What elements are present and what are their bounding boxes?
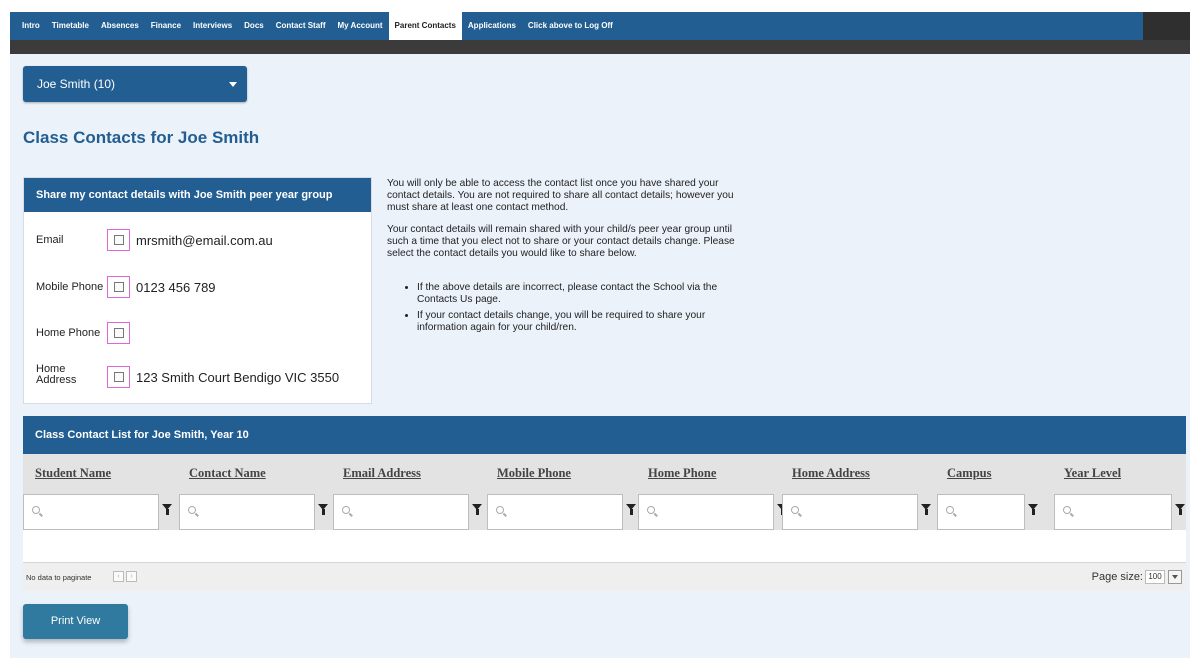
no-data-text: No data to paginate (26, 573, 92, 582)
filter-funnel-icon[interactable] (626, 504, 636, 516)
column-header-campus[interactable]: Campus (947, 466, 991, 481)
share-row-home-phone: Home Phone (24, 322, 371, 352)
share-row-mobile: Mobile Phone 0123 456 789 (24, 276, 371, 306)
grid-body-empty (23, 530, 1186, 562)
nav-item-intro[interactable]: Intro (16, 12, 46, 40)
checkbox-icon (114, 235, 124, 245)
share-email-checkbox[interactable] (107, 229, 130, 251)
search-icon (791, 506, 799, 514)
search-icon (496, 506, 504, 514)
column-header-mobile-phone[interactable]: Mobile Phone (497, 466, 571, 481)
column-header-year-level[interactable]: Year Level (1064, 466, 1121, 481)
nav-sub-bar (10, 40, 1190, 54)
student-select-dropdown[interactable]: Joe Smith (10) (23, 66, 247, 102)
column-header-email-address[interactable]: Email Address (343, 466, 421, 481)
grid-pager: No data to paginate ‹ › Page size: 100 (23, 562, 1186, 591)
chevron-left-icon[interactable]: ‹ (113, 571, 124, 582)
filter-input-student-name[interactable] (23, 494, 159, 530)
search-icon (188, 506, 196, 514)
column-header-contact-name[interactable]: Contact Name (189, 466, 266, 481)
grid-column-headers: Student Name Contact Name Email Address Mob… (23, 454, 1186, 530)
filter-funnel-icon[interactable] (162, 504, 172, 516)
search-icon (342, 506, 350, 514)
filter-input-email-address[interactable] (333, 494, 469, 530)
column-header-home-address[interactable]: Home Address (792, 466, 870, 481)
nav-item-applications[interactable]: Applications (462, 12, 522, 40)
chevron-right-icon[interactable]: › (126, 571, 137, 582)
print-view-button[interactable]: Print View (23, 604, 128, 639)
nav-item-contact-staff[interactable]: Contact Staff (270, 12, 332, 40)
nav-menu: Intro Timetable Absences Finance Interviews D… (10, 12, 1143, 40)
page-title: Class Contacts for Joe Smith (23, 128, 260, 147)
share-value-mobile: 0123 456 789 (136, 280, 216, 295)
filter-funnel-icon[interactable] (318, 504, 328, 516)
checkbox-icon (114, 372, 124, 382)
info-bullet-list: If the above details are incorrect, plea… (387, 282, 739, 334)
search-icon (946, 506, 954, 514)
nav-item-parent-contacts[interactable]: Parent Contacts (388, 12, 462, 40)
share-row-home-address: Home Address 123 Smith Court Bendigo VIC… (24, 363, 371, 396)
filter-input-contact-name[interactable] (179, 494, 315, 530)
page-size-dropdown-icon[interactable] (1168, 570, 1182, 584)
checkbox-icon (114, 282, 124, 292)
share-panel-title: Share my contact details with Joe Smith … (24, 178, 371, 212)
search-icon (32, 506, 40, 514)
nav-item-my-account[interactable]: My Account (332, 12, 389, 40)
filter-input-home-address[interactable] (782, 494, 918, 530)
share-label-home-phone: Home Phone (36, 327, 101, 339)
share-label-email: Email (36, 234, 64, 246)
class-contact-list-grid: Class Contact List for Joe Smith, Year 1… (23, 416, 1186, 591)
filter-funnel-icon[interactable] (472, 504, 482, 516)
checkbox-icon (114, 328, 124, 338)
student-select-value: Joe Smith (10) (37, 77, 116, 91)
share-row-email: Email mrsmith@email.com.au (24, 229, 371, 259)
share-details-panel: Share my contact details with Joe Smith … (23, 177, 372, 404)
nav-item-interviews[interactable]: Interviews (187, 12, 238, 40)
info-bullet: If your contact details change, you will… (417, 310, 739, 334)
info-paragraph-2: Your contact details will remain shared … (387, 224, 735, 259)
nav-item-docs[interactable]: Docs (238, 12, 270, 40)
filter-funnel-icon[interactable] (1175, 504, 1185, 516)
share-home-phone-checkbox[interactable] (107, 322, 130, 344)
caret-down-icon (229, 82, 237, 87)
nav-item-click-above-to-log-off[interactable]: Click above to Log Off (522, 12, 619, 40)
filter-funnel-icon[interactable] (921, 504, 931, 516)
share-info-text: You will only be able to access the cont… (387, 178, 739, 338)
contact-list-title: Class Contact List for Joe Smith, Year 1… (23, 416, 1186, 454)
filter-input-campus[interactable] (937, 494, 1025, 530)
filter-input-year-level[interactable] (1054, 494, 1172, 530)
top-navigation-bar: Intro Timetable Absences Finance Interviews D… (10, 12, 1190, 40)
share-home-address-checkbox[interactable] (107, 366, 130, 388)
page-size-label: Page size: (1091, 571, 1143, 583)
share-value-home-address: 123 Smith Court Bendigo VIC 3550 (136, 370, 340, 385)
search-icon (1063, 506, 1071, 514)
nav-item-finance[interactable]: Finance (145, 12, 187, 40)
nav-item-absences[interactable]: Absences (95, 12, 145, 40)
filter-funnel-icon[interactable] (1028, 504, 1038, 516)
nav-item-timetable[interactable]: Timetable (46, 12, 95, 40)
page-size-value[interactable]: 100 (1145, 570, 1165, 584)
share-label-home-address: Home Address (36, 363, 77, 386)
main-content: Joe Smith (10) Class Contacts for Joe Sm… (10, 54, 1190, 658)
column-header-home-phone[interactable]: Home Phone (648, 466, 716, 481)
share-value-email: mrsmith@email.com.au (136, 233, 273, 248)
column-header-student-name[interactable]: Student Name (35, 466, 111, 481)
info-bullet: If the above details are incorrect, plea… (417, 282, 739, 306)
share-label-mobile: Mobile Phone (36, 281, 104, 293)
info-paragraph-1: You will only be able to access the cont… (387, 178, 734, 213)
search-icon (647, 506, 655, 514)
share-mobile-checkbox[interactable] (107, 276, 130, 298)
filter-input-mobile-phone[interactable] (487, 494, 623, 530)
filter-input-home-phone[interactable] (638, 494, 774, 530)
